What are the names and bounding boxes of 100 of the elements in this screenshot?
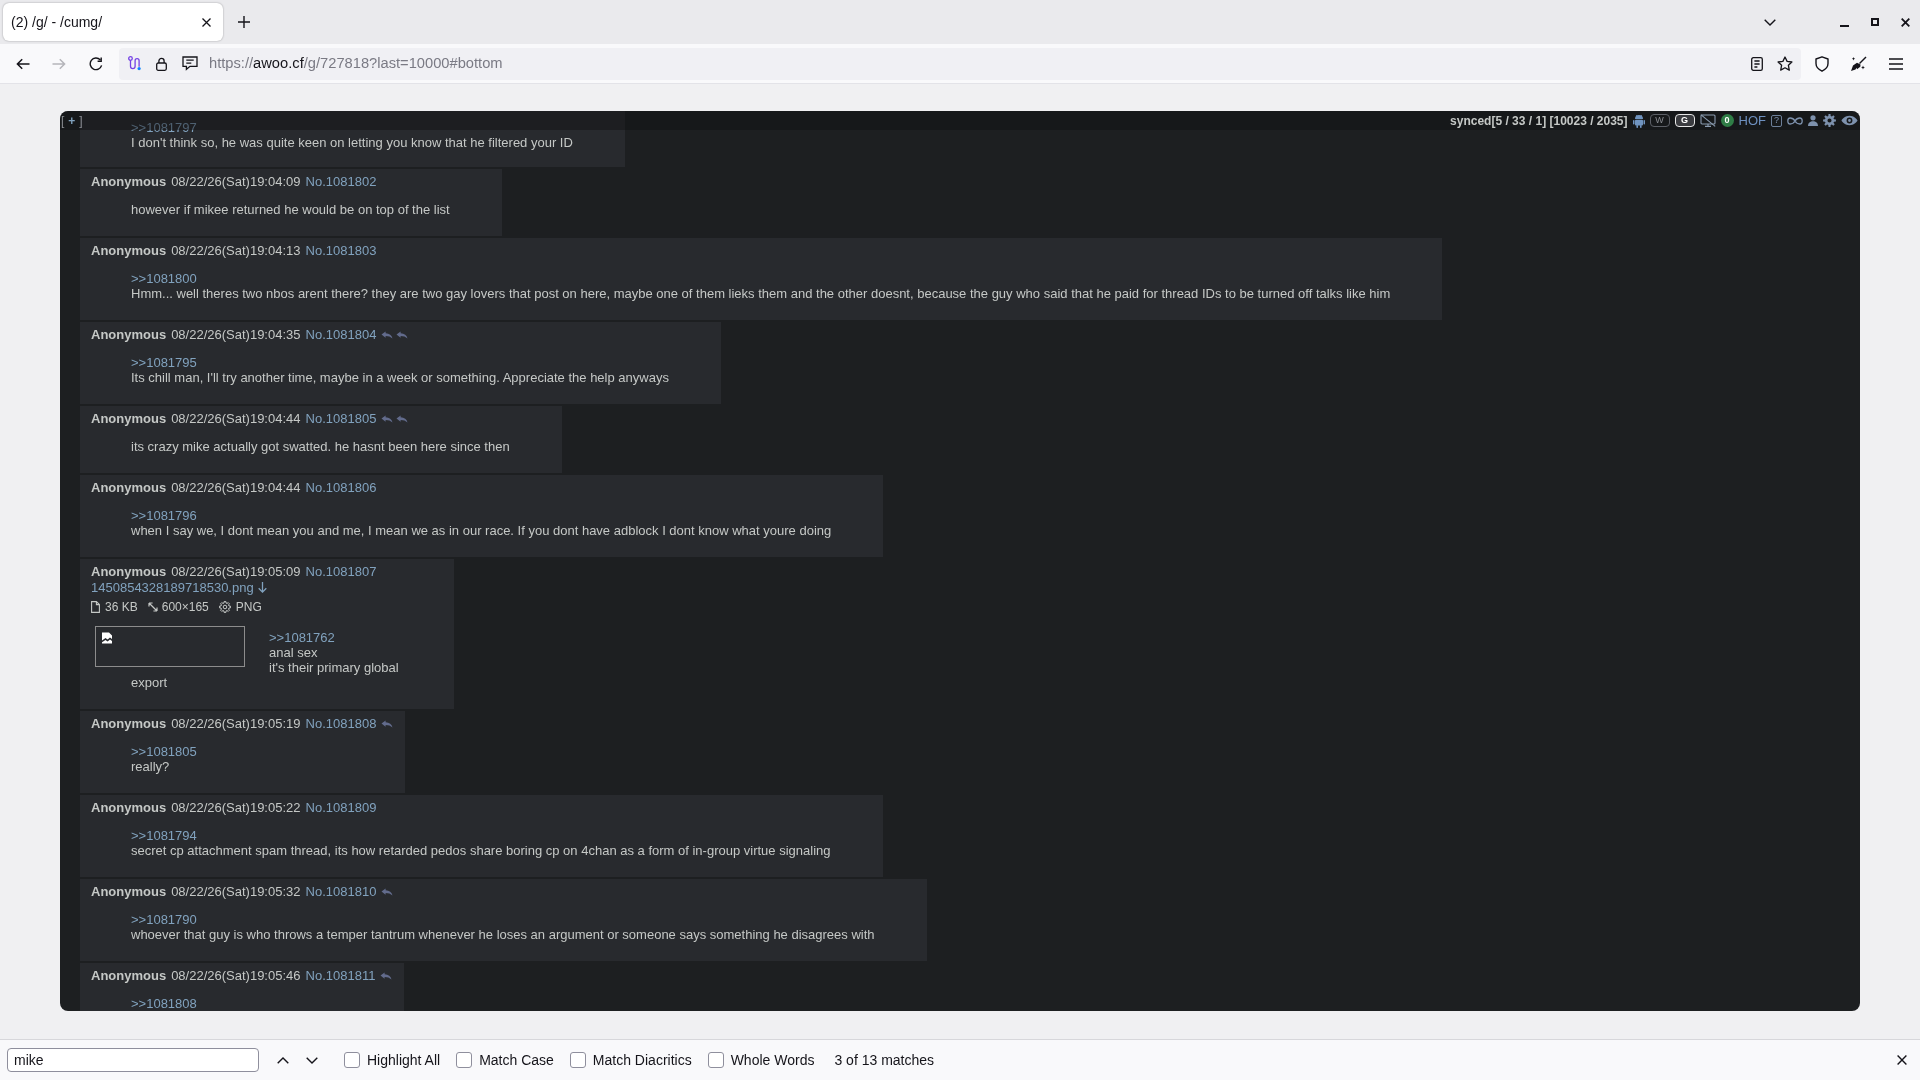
shield-icon[interactable] — [1815, 55, 1829, 72]
robot-icon[interactable] — [1632, 113, 1645, 128]
post-number-link[interactable]: No.1081804 — [305, 325, 377, 345]
url-text[interactable]: https://awoo.cf/g/727818?last=10000#bottom — [209, 52, 503, 75]
quote-link[interactable]: >>1081795 — [131, 355, 197, 370]
reply-arrow-icon[interactable] — [396, 331, 409, 339]
checkbox-label[interactable]: Match Case — [479, 1049, 554, 1071]
menu-icon[interactable] — [1888, 57, 1904, 70]
quote-link[interactable]: >>1081794 — [131, 828, 197, 843]
quote-link[interactable]: >>1081790 — [131, 912, 197, 927]
lock-icon[interactable] — [156, 56, 167, 71]
post-date: 08/22/26(Sat)19:04:44 — [171, 479, 301, 498]
post-number-link[interactable]: No.1081809 — [305, 798, 377, 818]
count-badge: 0 — [1720, 114, 1734, 127]
post-date: 08/22/26(Sat)19:04:09 — [171, 173, 301, 192]
post-number-link[interactable]: No.1081810 — [305, 882, 377, 902]
message-icon[interactable] — [182, 56, 198, 71]
user-icon[interactable] — [1808, 115, 1818, 126]
post-date: 08/22/26(Sat)19:05:09 — [171, 563, 301, 582]
post-number-link[interactable]: No.1081808 — [305, 714, 377, 734]
reply-arrow-icon[interactable] — [381, 415, 394, 423]
post-author: Anonymous — [91, 883, 167, 902]
hof-link[interactable]: HOF — [1738, 111, 1766, 131]
file-format: PNG — [235, 599, 262, 616]
broom-icon[interactable] — [1850, 55, 1868, 72]
chevron-down-icon[interactable] — [306, 1056, 318, 1064]
checkbox[interactable] — [707, 1052, 724, 1068]
reload-icon[interactable] — [89, 56, 103, 71]
close-icon[interactable] — [202, 17, 211, 27]
post-date: 08/22/26(Sat)19:04:35 — [171, 326, 301, 345]
eye-icon[interactable] — [1841, 115, 1858, 126]
post-author: Anonymous — [91, 242, 167, 261]
reply-arrow-icon[interactable] — [380, 972, 393, 980]
close-icon[interactable] — [1897, 1055, 1907, 1065]
post-author: Anonymous — [91, 479, 167, 498]
post-number-link[interactable]: No.1081802 — [305, 172, 377, 192]
post-text: Hmm... well theres two nbos arent there? they are two gay lovers that post on here, maybe one of them lieks them and the other doesnt, because the guy who said that he paid for thread IDs to be turned off talks like him — [131, 286, 1391, 301]
reply-arrow-icon[interactable] — [381, 888, 394, 896]
toggle-button[interactable]: W — [1649, 114, 1670, 127]
post-date: 08/22/26(Sat)19:05:19 — [171, 715, 301, 734]
post-number-link[interactable]: No.1081806 — [305, 478, 377, 498]
post-date: 08/22/26(Sat)19:04:13 — [171, 242, 301, 261]
checkbox[interactable] — [456, 1052, 473, 1068]
close-icon[interactable] — [1901, 17, 1910, 27]
post-text: however if mikee returned he would be on top of the list — [131, 202, 450, 217]
chevron-up-icon[interactable] — [277, 1056, 289, 1064]
checkbox-label[interactable]: Whole Words — [730, 1049, 815, 1071]
browser-tab[interactable]: (2) /g/ - /cumg/ — [3, 3, 223, 41]
maximize-icon[interactable] — [1871, 18, 1879, 26]
post-author: Anonymous — [91, 799, 167, 818]
match-count: 3 of 13 matches — [834, 1050, 935, 1070]
reply-arrow-icon[interactable] — [381, 720, 394, 728]
expand-toggle[interactable]: [ + ] — [61, 113, 83, 128]
post-number-link[interactable]: No.1081803 — [305, 241, 377, 261]
file-size: 36 KB — [105, 599, 138, 616]
post-date: 08/22/26(Sat)19:05:32 — [171, 883, 301, 902]
settings-icon[interactable] — [1823, 114, 1836, 127]
reply-arrow-icon[interactable] — [381, 331, 394, 339]
toggle-button[interactable]: G — [1674, 114, 1695, 127]
quote-link[interactable]: >>1081796 — [131, 508, 197, 523]
thumbnail-frame[interactable] — [95, 626, 245, 667]
document-icon[interactable] — [1751, 56, 1763, 71]
post-date: 08/22/26(Sat)19:04:44 — [171, 410, 301, 429]
star-icon[interactable] — [1777, 55, 1793, 72]
checkbox-label[interactable]: Highlight All — [367, 1049, 441, 1071]
chevron-down-icon[interactable] — [1764, 18, 1776, 26]
left-arrow-icon[interactable] — [16, 57, 30, 70]
reply-arrow-icon[interactable] — [396, 415, 409, 423]
post-number-link[interactable]: No.1081807 — [305, 562, 377, 582]
quote-link[interactable]: >>1081808 — [131, 996, 197, 1011]
checkbox[interactable] — [344, 1052, 360, 1068]
post-text: secret cp attachment spam thread, its how retarded pedos share boring cp on 4chan as a form of in-group virtue signaling — [131, 843, 831, 858]
help-button[interactable]: ? — [1771, 114, 1782, 127]
checkbox-label[interactable]: Match Diacritics — [592, 1049, 692, 1071]
file-icon — [91, 601, 100, 613]
quote-link[interactable]: >>1081805 — [131, 744, 197, 759]
quote-link[interactable]: >>1081800 — [131, 271, 197, 286]
sync-status: synced[5 / 33 / 1] [10023 / 2035] — [1450, 112, 1628, 130]
post-author: Anonymous — [91, 715, 167, 734]
checkbox[interactable] — [569, 1052, 586, 1068]
post-date: 08/22/26(Sat)19:05:46 — [171, 967, 301, 986]
post-text: I don't think so, he was quite keen on letting you know that he filtered your ID — [131, 135, 573, 150]
post-number-link[interactable]: No.1081811 — [305, 966, 376, 986]
infinity-icon[interactable] — [1787, 116, 1803, 125]
monitor-off-icon[interactable] — [1699, 114, 1716, 127]
post-text: anal sex — [269, 645, 318, 660]
plus-icon[interactable] — [238, 16, 250, 28]
post-author: Anonymous — [91, 173, 167, 192]
resize-icon — [147, 602, 158, 612]
post-number-link[interactable]: No.1081805 — [305, 409, 377, 429]
address-bar[interactable]: https://awoo.cf/g/727818?last=10000#bottom — [119, 47, 1801, 80]
download-arrow-icon[interactable] — [257, 582, 267, 593]
quote-link[interactable]: >>1081762 — [269, 630, 335, 645]
post-text: really? — [131, 759, 170, 774]
post-author: Anonymous — [91, 410, 167, 429]
image-dimensions: 600×165 — [161, 599, 209, 616]
post-date: 08/22/26(Sat)19:05:22 — [171, 799, 301, 818]
find-field[interactable]: mike — [7, 1048, 259, 1072]
route-icon[interactable] — [128, 56, 141, 71]
post-text: it's their primary global export — [131, 660, 399, 690]
